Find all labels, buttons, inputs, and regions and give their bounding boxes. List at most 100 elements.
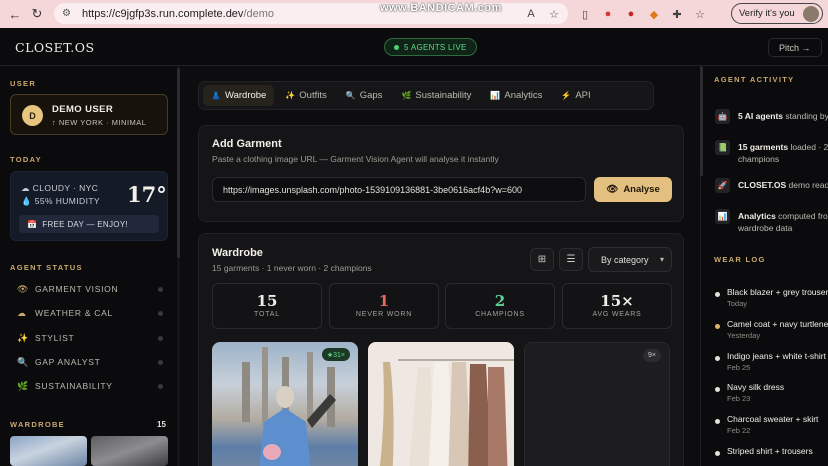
garment-tile[interactable]: 9× <box>524 342 670 466</box>
wear-count-badge: ★31× <box>321 348 350 361</box>
agent-row-sustainability[interactable]: 🌿 SUSTAINABILITY <box>17 379 167 393</box>
agent-row-stylist[interactable]: ✨ STYLIST <box>17 331 167 345</box>
tab-label: Sustainability <box>415 90 472 101</box>
tab-analytics[interactable]: 📊 Analytics <box>482 85 550 106</box>
activity-rest: loaded · 2 <box>788 142 828 152</box>
log-item-name: Striped shirt + trousers <box>727 446 813 456</box>
right-panel-scroll-thumb[interactable] <box>700 66 703 176</box>
wardrobe-thumbnail[interactable] <box>91 436 168 466</box>
add-garment-subtitle: Paste a clothing image URL — Garment Vis… <box>212 154 499 164</box>
app-logo[interactable]: CLOSET.OS <box>15 40 95 55</box>
status-dot <box>158 383 163 389</box>
calendar-status: 📅 FREE DAY — ENJOY! <box>19 215 159 233</box>
bookmark-star-icon[interactable]: ☆ <box>547 7 561 21</box>
dress-icon: 👗 <box>211 91 221 100</box>
list-view-button[interactable]: ☰ <box>559 248 583 271</box>
reload-icon[interactable]: ↻ <box>26 3 48 25</box>
activity-bold: CLOSET.OS <box>738 180 787 190</box>
user-card[interactable]: D DEMO USER ↑ NEW YORK · MINIMAL <box>10 94 168 135</box>
translate-icon[interactable]: A <box>524 7 538 21</box>
stat-value: 15× <box>600 292 634 310</box>
activity-rest: standing by <box>783 111 828 121</box>
extension-icons: A ☆ ▯ ● ● ◆ ✚ ☆ <box>524 0 707 28</box>
sparkle-icon: ✨ <box>285 91 296 100</box>
agents-live-badge: 5 AGENTS LIVE <box>384 38 477 56</box>
add-garment-title: Add Garment <box>212 138 282 150</box>
profile-label: Verify it's you <box>739 8 795 19</box>
extensions-icon[interactable]: ✚ <box>670 7 684 21</box>
agent-row-weather[interactable]: ☁ WEATHER & CAL <box>17 306 167 320</box>
stat-champions: 2 CHAMPIONS <box>445 283 555 329</box>
agent-label: GAP ANALYST <box>35 357 101 367</box>
log-item-date: Today <box>727 299 748 308</box>
garment-photo <box>368 342 514 466</box>
sidebar-scroll-thumb[interactable] <box>177 68 180 258</box>
wardrobe-thumbnail[interactable] <box>10 436 87 466</box>
tab-sustainability[interactable]: 🌿 Sustainability <box>393 85 479 106</box>
grid-icon: ⊞ <box>537 254 547 265</box>
stat-value: 2 <box>494 292 506 310</box>
eye-icon: 👁 <box>17 283 29 294</box>
wardrobe-subtitle: 15 garments · 1 never worn · 2 champions <box>212 263 372 273</box>
log-item-date: Feb 25 <box>727 363 751 372</box>
back-arrow-icon[interactable]: ← <box>4 3 26 25</box>
opera-icon[interactable]: ● <box>601 7 615 21</box>
agent-row-gap-analyst[interactable]: 🔍 GAP ANALYST <box>17 355 167 369</box>
tab-outfits[interactable]: ✨ Outfits <box>277 85 334 106</box>
stat-label: TOTAL <box>254 311 280 318</box>
chart-icon: 📊 <box>715 209 730 224</box>
analyse-button[interactable]: 👁 Analyse <box>594 177 672 202</box>
log-item-name: Charcoal sweater + skirt <box>727 414 819 424</box>
tab-wardrobe[interactable]: 👗 Wardrobe <box>203 85 275 106</box>
weather-condition: ☁ CLOUDY · NYC <box>21 183 99 193</box>
left-sidebar: USER D DEMO USER ↑ NEW YORK · MINIMAL TO… <box>0 66 180 466</box>
status-dot <box>158 335 163 341</box>
pitch-button[interactable]: Pitch → <box>768 38 822 57</box>
log-item-date: Yesterday <box>727 331 761 340</box>
tab-api[interactable]: ⚡ API <box>553 85 598 106</box>
phone-icon[interactable]: ▯ <box>578 7 592 21</box>
tab-label: Outfits <box>299 90 327 101</box>
rocket-icon: 🚀 <box>715 178 730 193</box>
garment-tile[interactable] <box>368 342 514 466</box>
stat-total: 15 TOTAL <box>212 283 322 329</box>
log-item-name: Black blazer + grey trousers <box>727 287 828 297</box>
image-url-input[interactable]: https://images.unsplash.com/photo-153910… <box>212 177 586 202</box>
site-info-icon[interactable]: ⚙ <box>62 8 76 19</box>
agent-row-garment-vision[interactable]: 👁 GARMENT VISION <box>17 282 167 296</box>
grid-view-button[interactable]: ⊞ <box>530 248 554 271</box>
stat-label: NEVER WORN <box>355 311 413 318</box>
browser-toolbar: ← ↻ ⚙ https://c9jgfp3s.run.complete.dev /… <box>0 0 828 28</box>
weather-humidity: 💧 55% HUMIDITY <box>21 196 100 206</box>
tab-label: Analytics <box>504 90 543 101</box>
activity-text: 5 AI agents standing by <box>738 110 828 122</box>
stat-never-worn: 1 NEVER WORN <box>329 283 439 329</box>
fox-icon[interactable]: ◆ <box>647 7 661 21</box>
garment-tile[interactable]: ★31× <box>212 342 358 466</box>
tomato-icon[interactable]: ● <box>624 7 638 21</box>
sparkle-icon: ✨ <box>17 332 29 343</box>
agent-label: STYLIST <box>35 333 75 343</box>
favorites-icon[interactable]: ☆ <box>693 7 707 21</box>
sort-value: By category <box>601 254 649 265</box>
right-panel: AGENT ACTIVITY 🤖 5 AI agents standing by… <box>700 66 828 466</box>
live-dot-icon <box>394 44 399 50</box>
log-dot <box>715 387 720 392</box>
profile-button[interactable]: Verify it's you <box>731 3 823 24</box>
log-item-date: Feb 23 <box>727 394 751 403</box>
search-icon: 🔍 <box>345 91 356 100</box>
activity-text: CLOSET.OS demo ready <box>738 179 828 191</box>
wardrobe-card: Wardrobe 15 garments · 1 never worn · 2 … <box>198 233 684 466</box>
list-icon: ☰ <box>566 254 576 265</box>
tab-label: API <box>575 90 591 101</box>
activity-rest: demo ready <box>788 180 828 190</box>
tab-gaps[interactable]: 🔍 Gaps <box>338 85 391 106</box>
activity-text: Analytics computed from wardrobe data <box>738 210 828 234</box>
activity-bold: 5 AI agents <box>738 111 784 121</box>
free-day-label: FREE DAY — ENJOY! <box>42 219 128 229</box>
leaf-icon: 🌿 <box>17 380 29 391</box>
wardrobe-section-title: WARDROBE <box>10 420 65 429</box>
chart-icon: 📊 <box>490 91 501 100</box>
user-location: ↑ NEW YORK · MINIMAL <box>52 118 147 127</box>
sort-select[interactable]: By category ▾ <box>588 247 672 272</box>
